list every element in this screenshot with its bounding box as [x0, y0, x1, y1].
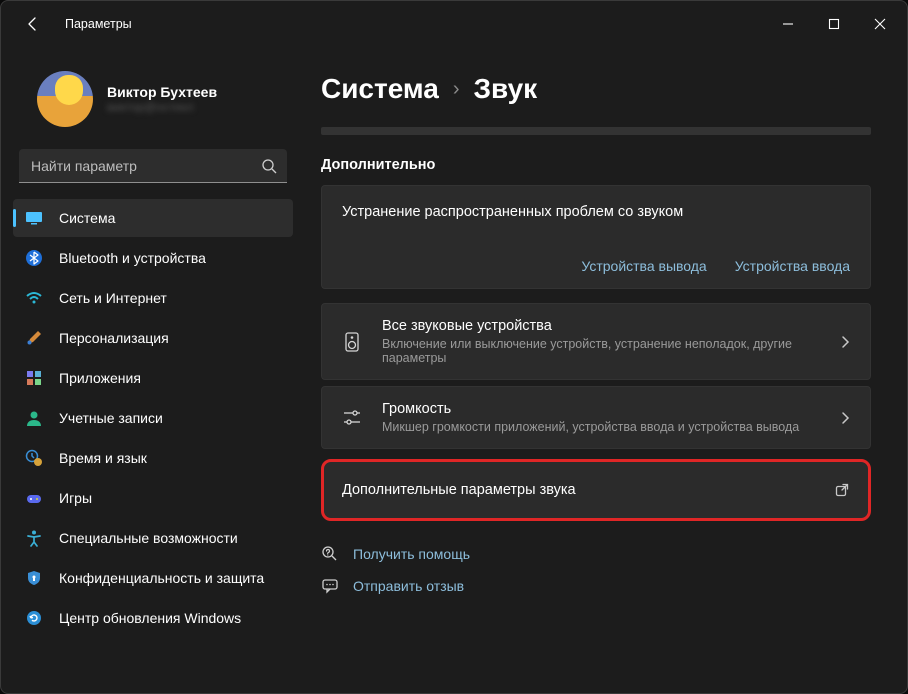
arrow-left-icon [25, 16, 41, 32]
profile-block[interactable]: Виктор Бухтеев виктор@остекл [13, 55, 293, 145]
open-external-icon [834, 482, 850, 498]
feedback-icon [321, 577, 339, 595]
content-area: Система › Звук Дополнительно Устранение … [305, 47, 907, 693]
speaker-icon [340, 330, 364, 354]
sidebar-item-label: Приложения [59, 370, 141, 386]
minimize-button[interactable] [765, 1, 811, 47]
sidebar-item-privacy[interactable]: Конфиденциальность и защита [13, 559, 293, 597]
accessibility-icon [25, 529, 43, 547]
get-help-link[interactable]: Получить помощь [321, 545, 871, 563]
sidebar-item-label: Время и язык [59, 450, 147, 466]
minimize-icon [782, 18, 794, 30]
bluetooth-icon [25, 249, 43, 267]
settings-window: Параметры Виктор Бухтеев виктор@остекл [0, 0, 908, 694]
more-sound-settings-row[interactable]: Дополнительные параметры звука [321, 459, 871, 521]
page-title: Звук [474, 73, 538, 105]
breadcrumb-root[interactable]: Система [321, 73, 439, 105]
sidebar-item-label: Сеть и Интернет [59, 290, 167, 306]
apps-icon [25, 369, 43, 387]
troubleshoot-card: Устранение распространенных проблем со з… [321, 185, 871, 289]
row-subtitle: Включение или выключение устройств, устр… [382, 337, 820, 365]
sidebar-item-personalization[interactable]: Персонализация [13, 319, 293, 357]
wifi-icon [25, 289, 43, 307]
breadcrumb: Система › Звук [321, 73, 877, 105]
person-icon [25, 409, 43, 427]
give-feedback-link[interactable]: Отправить отзыв [321, 577, 871, 595]
clock-lang-icon [25, 449, 43, 467]
sidebar-item-update[interactable]: Центр обновления Windows [13, 599, 293, 637]
input-devices-link[interactable]: Устройства ввода [735, 258, 850, 274]
maximize-button[interactable] [811, 1, 857, 47]
sidebar-item-label: Специальные возможности [59, 530, 238, 546]
back-button[interactable] [15, 6, 51, 42]
row-title: Дополнительные параметры звука [342, 482, 816, 498]
troubleshoot-title: Устранение распространенных проблем со з… [342, 204, 850, 220]
sidebar-item-label: Учетные записи [59, 410, 163, 426]
sidebar-item-label: Bluetooth и устройства [59, 250, 206, 266]
all-sound-devices-row[interactable]: Все звуковые устройства Включение или вы… [321, 303, 871, 380]
shield-icon [25, 569, 43, 587]
sliders-icon [340, 406, 364, 430]
sidebar: Виктор Бухтеев виктор@остекл Система Blu… [1, 47, 305, 693]
maximize-icon [828, 18, 840, 30]
sidebar-item-label: Конфиденциальность и защита [59, 570, 264, 586]
nav-list: Система Bluetooth и устройства Сеть и Ин… [13, 199, 293, 637]
sidebar-item-network[interactable]: Сеть и Интернет [13, 279, 293, 317]
profile-name: Виктор Бухтеев [107, 84, 217, 100]
footer-links: Получить помощь Отправить отзыв [321, 545, 871, 595]
close-button[interactable] [857, 1, 903, 47]
search-input[interactable] [19, 149, 287, 183]
sidebar-item-label: Центр обновления Windows [59, 610, 241, 626]
sidebar-item-bluetooth[interactable]: Bluetooth и устройства [13, 239, 293, 277]
sidebar-item-accessibility[interactable]: Специальные возможности [13, 519, 293, 557]
get-help-label: Получить помощь [353, 546, 470, 562]
sidebar-item-gaming[interactable]: Игры [13, 479, 293, 517]
output-devices-link[interactable]: Устройства вывода [581, 258, 706, 274]
brush-icon [25, 329, 43, 347]
search-box [19, 149, 287, 183]
update-icon [25, 609, 43, 627]
sidebar-item-accounts[interactable]: Учетные записи [13, 399, 293, 437]
chevron-right-icon [838, 411, 852, 425]
give-feedback-label: Отправить отзыв [353, 578, 464, 594]
help-icon [321, 545, 339, 563]
sidebar-item-apps[interactable]: Приложения [13, 359, 293, 397]
close-icon [874, 18, 886, 30]
sidebar-item-system[interactable]: Система [13, 199, 293, 237]
chevron-right-icon [838, 335, 852, 349]
sidebar-item-label: Система [59, 210, 115, 226]
sidebar-item-label: Персонализация [59, 330, 169, 346]
volume-mixer-row[interactable]: Громкость Микшер громкости приложений, у… [321, 386, 871, 449]
gamepad-icon [25, 489, 43, 507]
titlebar: Параметры [1, 1, 907, 47]
system-icon [25, 209, 43, 227]
profile-email: виктор@остекл [107, 100, 217, 114]
row-subtitle: Микшер громкости приложений, устройства … [382, 420, 820, 434]
app-title: Параметры [65, 17, 132, 31]
section-label: Дополнительно [321, 157, 871, 173]
sidebar-item-label: Игры [59, 490, 92, 506]
chevron-right-icon: › [453, 78, 460, 101]
row-title: Громкость [382, 401, 820, 417]
window-controls [765, 1, 903, 47]
skeleton-bar [321, 127, 871, 135]
sidebar-item-time-lang[interactable]: Время и язык [13, 439, 293, 477]
avatar [37, 71, 93, 127]
row-title: Все звуковые устройства [382, 318, 820, 334]
search-icon [261, 158, 277, 174]
